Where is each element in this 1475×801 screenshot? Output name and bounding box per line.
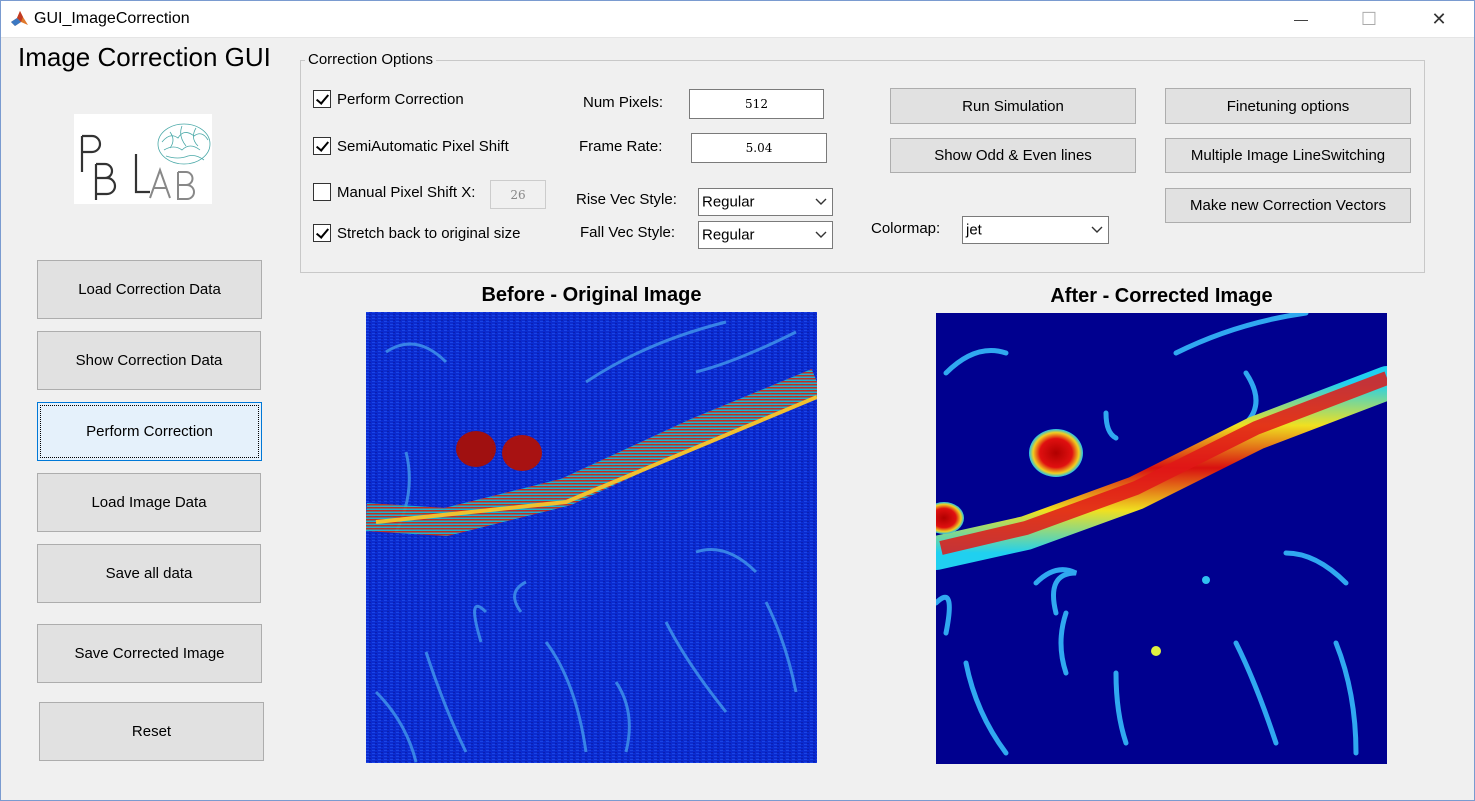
colormap-value: jet (966, 221, 982, 239)
show-correction-data-button[interactable]: Show Correction Data (37, 331, 261, 390)
fall-vec-label: Fall Vec Style: (580, 224, 676, 241)
rise-vec-select[interactable]: Regular (698, 188, 833, 216)
minimize-button[interactable]: — (1278, 0, 1324, 38)
save-corrected-image-button[interactable]: Save Corrected Image (37, 624, 262, 683)
window-title: GUI_ImageCorrection (34, 10, 190, 27)
num-pixels-label: Num Pixels: (583, 94, 664, 111)
fall-vec-select[interactable]: Regular (698, 221, 833, 249)
checkbox-box (313, 183, 331, 201)
run-simulation-button[interactable]: Run Simulation (890, 88, 1136, 124)
app-heading: Image Correction GUI (18, 42, 271, 72)
finetuning-options-button[interactable]: Finetuning options (1165, 88, 1411, 124)
close-button[interactable]: ✕ (1416, 0, 1462, 38)
num-pixels-input[interactable]: 512 (689, 89, 824, 119)
frame-rate-input[interactable]: 5.04 (691, 133, 827, 163)
after-image (936, 313, 1387, 764)
after-image-title: After - Corrected Image (1050, 285, 1273, 307)
manual-shift-checkbox[interactable]: Manual Pixel Shift X: (313, 183, 475, 201)
window-titlebar: GUI_ImageCorrection — ☐ ✕ (0, 0, 1475, 38)
checkbox-box (313, 90, 331, 108)
chevron-down-icon (1086, 217, 1108, 243)
make-correction-vectors-button[interactable]: Make new Correction Vectors (1165, 188, 1411, 223)
save-all-data-button[interactable]: Save all data (37, 544, 261, 603)
perform-correction-button[interactable]: Perform Correction (37, 402, 262, 461)
load-image-data-button[interactable]: Load Image Data (37, 473, 261, 532)
chevron-down-icon (810, 222, 832, 248)
frame-rate-label: Frame Rate: (579, 138, 663, 155)
checkbox-box (313, 224, 331, 242)
semiautomatic-shift-checkbox[interactable]: SemiAutomatic Pixel Shift (313, 137, 509, 155)
lab-logo (74, 114, 212, 204)
reset-button[interactable]: Reset (39, 702, 264, 761)
perform-correction-label: Perform Correction (86, 423, 213, 440)
checkbox-label: Manual Pixel Shift X: (337, 183, 476, 201)
stretch-back-checkbox[interactable]: Stretch back to original size (313, 224, 520, 242)
checkbox-box (313, 137, 331, 155)
checkbox-label: SemiAutomatic Pixel Shift (337, 137, 509, 155)
chevron-down-icon (810, 189, 832, 215)
fall-vec-value: Regular (702, 226, 755, 244)
minimize-icon: — (1294, 11, 1308, 27)
rise-vec-label: Rise Vec Style: (576, 191, 677, 208)
before-image (366, 312, 817, 763)
multiple-image-lineswitching-button[interactable]: Multiple Image LineSwitching (1165, 138, 1411, 173)
perform-correction-checkbox[interactable]: Perform Correction (313, 90, 464, 108)
colormap-select[interactable]: jet (962, 216, 1109, 244)
maximize-icon: ☐ (1360, 8, 1378, 29)
rise-vec-value: Regular (702, 193, 755, 211)
show-odd-even-button[interactable]: Show Odd & Even lines (890, 138, 1136, 173)
load-correction-data-button[interactable]: Load Correction Data (37, 260, 262, 319)
checkbox-label: Perform Correction (337, 90, 464, 108)
colormap-label: Colormap: (871, 220, 941, 237)
before-image-title: Before - Original Image (481, 284, 702, 306)
close-icon: ✕ (1431, 8, 1447, 29)
pblab-logo-icon (80, 123, 211, 200)
manual-shift-input[interactable]: 26 (490, 180, 546, 209)
panel-title: Correction Options (305, 51, 437, 68)
checkbox-label: Stretch back to original size (337, 224, 521, 242)
maximize-button[interactable]: ☐ (1346, 0, 1392, 38)
matlab-icon (11, 11, 28, 26)
